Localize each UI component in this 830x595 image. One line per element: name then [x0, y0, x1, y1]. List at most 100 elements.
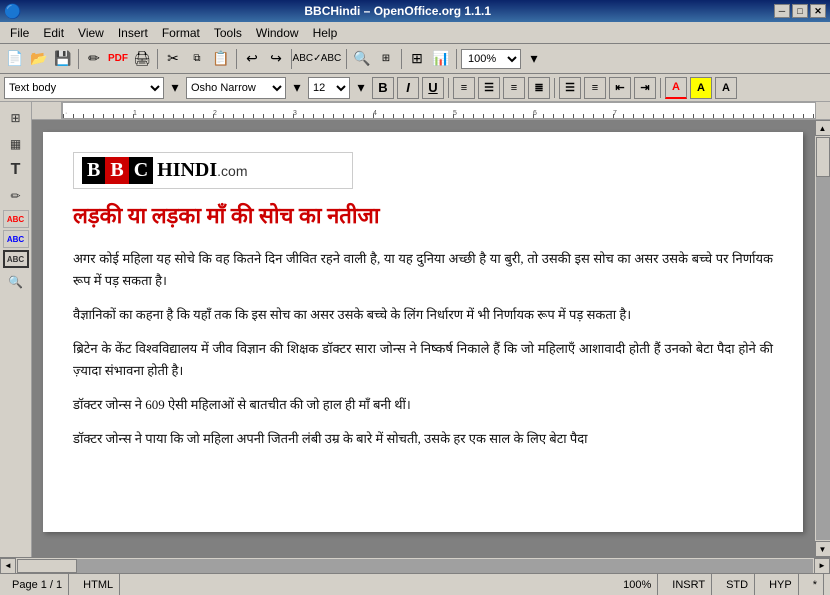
- fmt-sep-1: [448, 78, 449, 98]
- sidebar-abc-box-icon[interactable]: ABC: [3, 250, 29, 268]
- italic-button[interactable]: I: [397, 77, 419, 99]
- tb-sep-5: [346, 49, 347, 69]
- autospell-button[interactable]: ABC: [320, 48, 342, 70]
- highlight-button[interactable]: A: [690, 77, 712, 99]
- page-count: Page 1 / 1: [6, 574, 69, 595]
- open-button[interactable]: 📂: [28, 48, 50, 70]
- bbc-hindi: HINDI: [157, 159, 217, 182]
- style-dropdown-button[interactable]: ▾: [167, 77, 183, 99]
- undo-button[interactable]: ↩: [241, 48, 263, 70]
- doc-para-4: डॉक्टर जोन्स ने 609 ऐसी महिलाओं से बातची…: [73, 394, 773, 416]
- navigator-button[interactable]: ⊞: [375, 48, 397, 70]
- document-headline: लड़की या लड़का माँ की सोच का नतीजा: [73, 201, 773, 232]
- menu-insert[interactable]: Insert: [112, 24, 154, 42]
- fmt-sep-2: [554, 78, 555, 98]
- align-justify-button[interactable]: ≣: [528, 77, 550, 99]
- style-select[interactable]: Text body: [4, 77, 164, 99]
- size-dropdown-button[interactable]: ▾: [353, 77, 369, 99]
- list-unordered-button[interactable]: ☰: [559, 77, 581, 99]
- sidebar-search-icon[interactable]: 🔍: [4, 270, 28, 294]
- document-page: B B C HINDI .com लड़की या लड़का माँ की स…: [43, 132, 803, 532]
- bbc-b1: B: [82, 157, 105, 184]
- align-left-button[interactable]: ≡: [453, 77, 475, 99]
- font-select[interactable]: Osho Narrow: [186, 77, 286, 99]
- new-button[interactable]: 📄: [4, 48, 26, 70]
- sidebar-abc-blue-icon[interactable]: ABC: [3, 230, 29, 248]
- std-mode: STD: [720, 574, 755, 595]
- cut-button[interactable]: ✂: [162, 48, 184, 70]
- zoom-select[interactable]: 100% 50% 75% 150% 200%: [461, 49, 521, 69]
- window-controls: ─ □ ✕: [774, 4, 826, 18]
- menu-bar: File Edit View Insert Format Tools Windo…: [0, 22, 830, 44]
- size-select[interactable]: 12: [308, 77, 350, 99]
- menu-file[interactable]: File: [4, 24, 35, 42]
- menu-help[interactable]: Help: [307, 24, 344, 42]
- align-right-button[interactable]: ≡: [503, 77, 525, 99]
- scroll-track[interactable]: [816, 137, 830, 540]
- font-color-button[interactable]: A: [665, 77, 687, 99]
- font-dropdown-button[interactable]: ▾: [289, 77, 305, 99]
- doc-para-5: डॉक्टर जोन्स ने पाया कि जो महिला अपनी जि…: [73, 428, 773, 450]
- char-shading-button[interactable]: A: [715, 77, 737, 99]
- underline-button[interactable]: U: [422, 77, 444, 99]
- menu-edit[interactable]: Edit: [37, 24, 70, 42]
- redo-button[interactable]: ↪: [265, 48, 287, 70]
- sidebar-table-icon[interactable]: ⊞: [4, 106, 28, 130]
- paste-button[interactable]: 📋: [210, 48, 232, 70]
- minimize-button[interactable]: ─: [774, 4, 790, 18]
- close-button[interactable]: ✕: [810, 4, 826, 18]
- tb-sep-1: [78, 49, 79, 69]
- scroll-left-button[interactable]: ◄: [0, 558, 16, 574]
- vertical-scrollbar[interactable]: ▲ ▼: [814, 120, 830, 557]
- print-button[interactable]: 🖨: [131, 48, 153, 70]
- table-button[interactable]: ⊞: [406, 48, 428, 70]
- scroll-down-button[interactable]: ▼: [815, 541, 830, 557]
- hscroll-thumb[interactable]: [17, 559, 77, 573]
- doc-type: HTML: [77, 574, 120, 595]
- tb-sep-6: [401, 49, 402, 69]
- align-center-button[interactable]: ☰: [478, 77, 500, 99]
- title-icon: 🔵: [4, 3, 21, 20]
- window-title: BBCHindi – OpenOffice.org 1.1.1: [21, 4, 774, 18]
- menu-view[interactable]: View: [72, 24, 110, 42]
- status-bar: Page 1 / 1 HTML 100% INSRT STD HYP *: [0, 573, 830, 595]
- menu-format[interactable]: Format: [156, 24, 206, 42]
- drawing-button[interactable]: 📊: [430, 48, 452, 70]
- spellcheck-button[interactable]: ABC✓: [296, 48, 318, 70]
- toolbar: 📄 📂 💾 ✏ PDF 🖨 ✂ ⧉ 📋 ↩ ↪ ABC✓ ABC 🔍 ⊞ ⊞ 📊…: [0, 44, 830, 74]
- doc-para-1: अगर कोई महिला यह सोचे कि वह कितने दिन जी…: [73, 248, 773, 292]
- sidebar-text-icon[interactable]: T: [4, 158, 28, 182]
- ruler: · 1 2 3 4 5 6 7: [32, 102, 830, 120]
- doc-para-3: ब्रिटेन के केंट विश्वविद्यालय में जीव वि…: [73, 338, 773, 382]
- fmt-sep-3: [660, 78, 661, 98]
- scroll-right-button[interactable]: ►: [814, 558, 830, 574]
- scroll-thumb[interactable]: [816, 137, 830, 177]
- menu-window[interactable]: Window: [250, 24, 305, 42]
- hscroll-track[interactable]: [17, 559, 813, 573]
- save-button[interactable]: 💾: [52, 48, 74, 70]
- document-scroll-area[interactable]: B B C HINDI .com लड़की या लड़का माँ की स…: [32, 120, 814, 557]
- menu-tools[interactable]: Tools: [208, 24, 248, 42]
- zoom-dropdown-button[interactable]: ▾: [523, 48, 545, 70]
- pdf-button[interactable]: PDF: [107, 48, 129, 70]
- title-bar: 🔵 BBCHindi – OpenOffice.org 1.1.1 ─ □ ✕: [0, 0, 830, 22]
- bbc-b2: B: [105, 157, 128, 184]
- maximize-button[interactable]: □: [792, 4, 808, 18]
- main-area: ⊞ ▦ T ✏ ABC ABC ABC 🔍 · 1 2 3 4 5 6 7: [0, 102, 830, 557]
- bold-button[interactable]: B: [372, 77, 394, 99]
- format-bar: Text body ▾ Osho Narrow ▾ 12 ▾ B I U ≡ ☰…: [0, 74, 830, 102]
- bbc-logo-container: B B C HINDI .com: [73, 152, 353, 189]
- sidebar-insert-icon[interactable]: ▦: [4, 132, 28, 156]
- find-button[interactable]: 🔍: [351, 48, 373, 70]
- indent-increase-button[interactable]: ⇥: [634, 77, 656, 99]
- copy-button[interactable]: ⧉: [186, 48, 208, 70]
- bbc-c: C: [129, 157, 153, 184]
- sidebar-abc-red-icon[interactable]: ABC: [3, 210, 29, 228]
- list-ordered-button[interactable]: ≡: [584, 77, 606, 99]
- scroll-up-button[interactable]: ▲: [815, 120, 830, 136]
- bbc-dotcom: .com: [217, 163, 247, 179]
- horizontal-scrollbar[interactable]: ◄ ►: [0, 557, 830, 573]
- indent-decrease-button[interactable]: ⇤: [609, 77, 631, 99]
- sidebar-pencil-icon[interactable]: ✏: [4, 184, 28, 208]
- edit-file-button[interactable]: ✏: [83, 48, 105, 70]
